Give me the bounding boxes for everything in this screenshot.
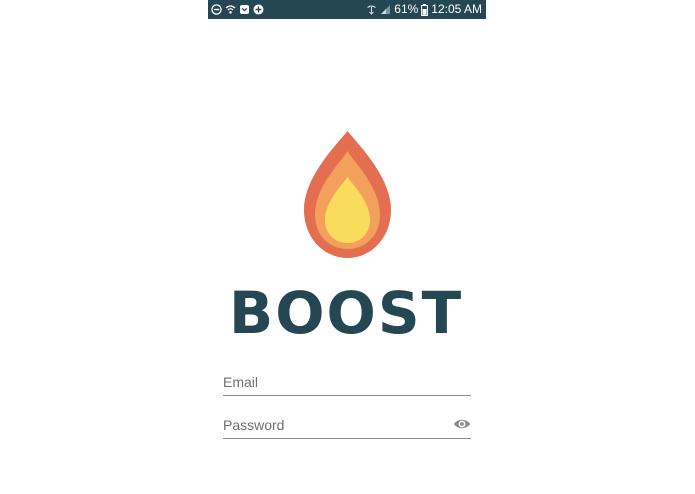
password-input[interactable]: [223, 413, 443, 437]
add-circle-icon: [253, 4, 264, 15]
signal-icon: [380, 4, 391, 15]
flame-icon: [300, 128, 395, 260]
password-field[interactable]: [223, 413, 471, 439]
status-left-icons: [211, 4, 264, 15]
brand-wordmark: BOOST: [229, 279, 464, 347]
email-input[interactable]: [223, 370, 471, 394]
eye-icon[interactable]: [453, 417, 471, 431]
status-right-icons: 61% 12:05 AM: [366, 0, 482, 19]
battery-icon: [421, 3, 429, 16]
wifi-calling-icon: [366, 4, 377, 15]
pocket-icon: [239, 4, 250, 15]
do-not-disturb-icon: [211, 4, 222, 15]
status-bar: 61% 12:05 AM: [208, 0, 486, 19]
login-screen: 61% 12:05 AM BOOST: [0, 0, 695, 494]
email-field[interactable]: [223, 370, 471, 396]
wifi-icon: [225, 4, 236, 15]
status-time: 12:05 AM: [431, 2, 482, 16]
battery-percent: 61%: [394, 2, 419, 16]
